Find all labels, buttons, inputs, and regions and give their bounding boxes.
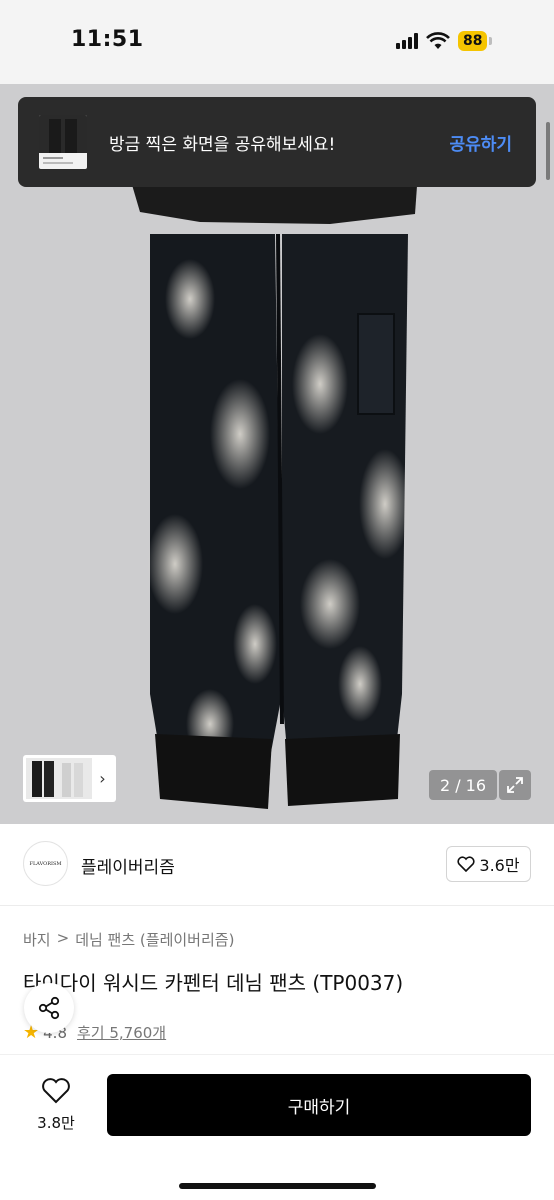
brand-row[interactable]: FLAVORISM 플레이버리즘 3.6만: [0, 824, 554, 906]
heart-icon: [457, 856, 475, 872]
wish-button[interactable]: 3.8만: [22, 1077, 90, 1133]
breadcrumb-category[interactable]: 바지: [23, 929, 51, 950]
status-bar: 11:51 88: [0, 0, 554, 84]
status-icons: 88: [396, 31, 493, 51]
home-indicator[interactable]: [179, 1183, 376, 1189]
breadcrumb-separator: >: [56, 929, 70, 947]
bottom-bar: 3.8만 구매하기: [0, 1054, 554, 1200]
brand-name[interactable]: 플레이버리즘: [81, 853, 175, 878]
page-scrollbar[interactable]: [546, 122, 550, 180]
brand-logo[interactable]: FLAVORISM: [23, 841, 68, 886]
image-counter: 2 / 16: [429, 770, 497, 800]
share-icon: [38, 996, 60, 1020]
heart-icon: [42, 1078, 70, 1104]
status-time: 11:51: [71, 27, 144, 52]
wish-count: 3.8만: [37, 1114, 75, 1132]
product-image[interactable]: [0, 84, 554, 824]
buy-button[interactable]: 구매하기: [107, 1074, 531, 1136]
share-button[interactable]: [24, 983, 74, 1033]
battery-icon: [489, 37, 493, 45]
toast-share-button[interactable]: 공유하기: [449, 130, 512, 155]
thumbnail-image[interactable]: [26, 758, 92, 799]
reviews-link[interactable]: 후기 5,760개: [77, 1022, 166, 1043]
battery-level: 88: [458, 31, 488, 51]
product-title: 타이다이 워시드 카펜터 데님 팬츠 (TP0037): [23, 971, 404, 995]
chevron-right-icon[interactable]: ›: [92, 769, 113, 788]
brand-like-count: 3.6만: [479, 856, 520, 875]
share-toast: 방금 찍은 화면을 공유해보세요! 공유하기: [18, 97, 536, 187]
pants-illustration: [120, 144, 420, 809]
screenshot-thumbnail[interactable]: [39, 115, 87, 169]
breadcrumb: 바지 > 데님 팬츠 (플레이버리즘): [23, 929, 234, 950]
toast-message: 방금 찍은 화면을 공유해보세요!: [109, 134, 336, 155]
brand-like-button[interactable]: 3.6만: [446, 846, 531, 882]
wifi-icon: [426, 32, 450, 49]
expand-icon[interactable]: [499, 770, 531, 800]
signal-icon: [396, 33, 418, 49]
thumbnail-strip[interactable]: ›: [23, 755, 116, 802]
breadcrumb-subcategory[interactable]: 데님 팬츠 (플레이버리즘): [75, 929, 234, 950]
